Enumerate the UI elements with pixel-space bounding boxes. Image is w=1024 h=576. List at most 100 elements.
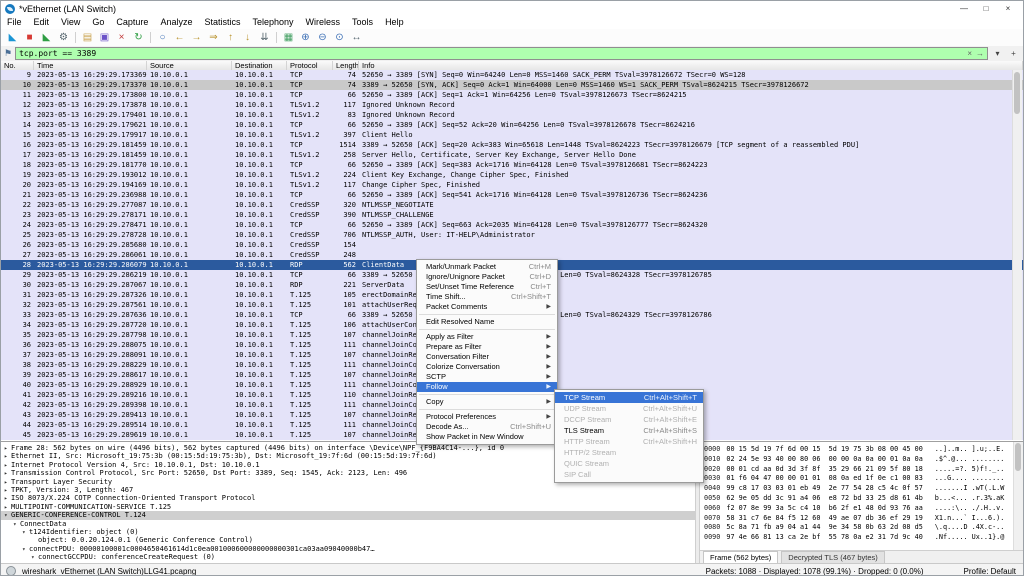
restart-capture-icon[interactable]: ◣ [38, 30, 55, 45]
menu-item-quic-stream[interactable]: QUIC Stream [555, 458, 703, 469]
filter-bookmark-icon[interactable]: ⚑ [4, 48, 12, 59]
hex-row[interactable]: 0090 97 4e 66 81 13 ca 2e bf 55 78 0a e2 … [704, 533, 1023, 543]
zoom-in-icon[interactable]: ⊕ [297, 30, 314, 45]
menu-item-udp-stream[interactable]: UDP Stream Ctrl+Alt+Shift+U [555, 403, 703, 414]
menu-analyze[interactable]: Analyze [154, 16, 198, 29]
packet-row[interactable]: 13 2023-05-13 16:29:29.179401 10.10.0.1 10.… [1, 110, 1023, 120]
go-back-icon[interactable]: ← [171, 30, 188, 45]
hex-row[interactable]: 0030 01 f6 04 47 00 00 01 01 08 0a ed 1f … [704, 474, 1023, 484]
collapsed-arrow-icon[interactable]: ▸ [4, 470, 11, 477]
menu-item-sip-call[interactable]: SIP Call [555, 469, 703, 480]
packet-row[interactable]: 21 2023-05-13 16:29:29.236988 10.10.0.1 10.… [1, 190, 1023, 200]
hex-scrollbar[interactable] [1013, 442, 1023, 551]
menu-go[interactable]: Go [86, 16, 110, 29]
packet-row[interactable]: 25 2023-05-13 16:29:29.278728 10.10.0.1 10.… [1, 230, 1023, 240]
capture-options-icon[interactable]: ⚙ [55, 30, 72, 45]
packet-row[interactable]: 17 2023-05-13 16:29:29.181459 10.10.0.1 10.… [1, 150, 1023, 160]
detail-line[interactable]: ▾ connectPDU: 00000100001c0004650461614d1… [1, 545, 695, 553]
column-header-source[interactable]: Source [147, 61, 232, 70]
packet-row[interactable]: 16 2023-05-13 16:29:29.181459 10.10.0.1 10.… [1, 140, 1023, 150]
packet-row[interactable]: 12 2023-05-13 16:29:29.173878 10.10.0.1 10.… [1, 100, 1023, 110]
menu-item-http-stream[interactable]: HTTP Stream Ctrl+Alt+Shift+H [555, 436, 703, 447]
hex-row[interactable]: 0020 00 01 cd aa 0d 3d 3f 8f 35 29 66 21 … [704, 465, 1023, 475]
hex-row[interactable]: 0080 5c 8a 71 fb a9 04 a1 44 9e 34 58 0b … [704, 523, 1023, 533]
menu-item-protocol-preferences[interactable]: Protocol Preferences ▶ [417, 412, 557, 422]
scrollbar-thumb[interactable] [1014, 72, 1020, 114]
zoom-100-icon[interactable]: ⊙ [331, 30, 348, 45]
capture-file-name[interactable]: wireshark_vEthernet (LAN Switch)LLG41.pc… [22, 567, 196, 576]
collapsed-arrow-icon[interactable]: ▸ [4, 495, 11, 502]
menu-item-copy[interactable]: Copy ▶ [417, 397, 557, 407]
reload-file-icon[interactable]: ↻ [130, 30, 147, 45]
hex-row[interactable]: 0070 58 31 c7 6e 84 f5 12 60 49 ae 07 db … [704, 514, 1023, 524]
menu-wireless[interactable]: Wireless [300, 16, 347, 29]
expanded-arrow-icon[interactable]: ▾ [31, 554, 38, 561]
collapsed-arrow-icon[interactable]: ▸ [4, 479, 11, 486]
colorize-icon[interactable]: ▦ [280, 30, 297, 45]
resize-columns-icon[interactable]: ↔ [348, 30, 365, 45]
menu-item-conversation-filter[interactable]: Conversation Filter ▶ [417, 352, 557, 362]
hex-row[interactable]: 0010 02 24 5e 93 40 00 80 06 00 00 0a 0a … [704, 455, 1023, 465]
collapsed-arrow-icon[interactable]: ▸ [4, 487, 11, 494]
column-header-protocol[interactable]: Protocol [287, 61, 333, 70]
hex-row[interactable]: 0000 00 15 5d 19 7f 6d 00 15 5d 19 75 3b … [704, 445, 1023, 455]
close-file-icon[interactable]: × [113, 30, 130, 45]
add-filter-button[interactable]: + [1007, 49, 1020, 58]
profile-label[interactable]: Profile: Default [964, 567, 1016, 576]
menu-item-apply-as-filter[interactable]: Apply as Filter ▶ [417, 332, 557, 342]
menu-item-http-2-stream[interactable]: HTTP/2 Stream [555, 447, 703, 458]
packet-row[interactable]: 23 2023-05-13 16:29:29.278171 10.10.0.1 10.… [1, 210, 1023, 220]
menu-item-tls-stream[interactable]: TLS Stream Ctrl+Alt+Shift+S [555, 425, 703, 436]
collapsed-arrow-icon[interactable]: ▸ [4, 445, 11, 452]
zoom-out-icon[interactable]: ⊖ [314, 30, 331, 45]
packet-row[interactable]: 14 2023-05-13 16:29:29.179621 10.10.0.1 10.… [1, 120, 1023, 130]
start-capture-icon[interactable]: ◣ [4, 30, 21, 45]
open-file-icon[interactable]: ▤ [79, 30, 96, 45]
menu-item-follow[interactable]: Follow ▶ [417, 382, 557, 392]
detail-line[interactable]: ▸ ISO 8073/X.224 COTP Connection-Oriented… [1, 494, 695, 502]
packet-row[interactable]: 15 2023-05-13 16:29:29.179917 10.10.0.1 10.… [1, 130, 1023, 140]
close-button[interactable]: × [997, 1, 1019, 16]
menu-item-colorize-conversation[interactable]: Colorize Conversation ▶ [417, 362, 557, 372]
expanded-arrow-icon[interactable]: ▾ [13, 521, 20, 528]
detail-line[interactable]: ▾ ConnectData [1, 520, 695, 528]
expanded-arrow-icon[interactable]: ▾ [4, 512, 11, 519]
menu-statistics[interactable]: Statistics [198, 16, 246, 29]
display-filter-input[interactable] [19, 49, 964, 58]
filter-dropdown-icon[interactable]: ▾ [991, 49, 1004, 58]
detail-line[interactable]: ▾ t124Identifier: object (0) [1, 528, 695, 536]
minimize-button[interactable]: ― [953, 1, 975, 16]
menu-help[interactable]: Help [379, 16, 410, 29]
menu-tools[interactable]: Tools [346, 16, 379, 29]
packet-list-scrollbar[interactable] [1012, 70, 1022, 440]
packet-row[interactable]: 26 2023-05-13 16:29:29.285680 10.10.0.1 10.… [1, 240, 1023, 250]
column-header-time[interactable]: Time [34, 61, 147, 70]
menu-item-time-shift-[interactable]: Time Shift... Ctrl+Shift+T [417, 292, 557, 302]
first-packet-icon[interactable]: ↑ [222, 30, 239, 45]
column-header-info[interactable]: Info [359, 61, 1023, 70]
find-packet-icon[interactable]: ○ [154, 30, 171, 45]
maximize-button[interactable]: □ [975, 1, 997, 16]
menu-item-prepare-as-filter[interactable]: Prepare as Filter ▶ [417, 342, 557, 352]
last-packet-icon[interactable]: ↓ [239, 30, 256, 45]
detail-line[interactable]: object: 0.0.20.124.0.1 (Generic Conferen… [1, 536, 695, 544]
apply-filter-icon[interactable]: → [976, 48, 984, 59]
expert-info-icon[interactable] [6, 566, 16, 575]
autoscroll-icon[interactable]: ⇊ [256, 30, 273, 45]
save-file-icon[interactable]: ▣ [96, 30, 113, 45]
packet-row[interactable]: 22 2023-05-13 16:29:29.277087 10.10.0.1 10.… [1, 200, 1023, 210]
collapsed-arrow-icon[interactable]: ▸ [4, 462, 11, 469]
hex-row[interactable]: 0060 f2 07 8e 99 3a 5c c4 10 b6 2f e1 48 … [704, 504, 1023, 514]
go-to-packet-icon[interactable]: ⇒ [205, 30, 222, 45]
menu-item-ignore-unignore-packet[interactable]: Ignore/Unignore Packet Ctrl+D [417, 272, 557, 282]
packet-row[interactable]: 24 2023-05-13 16:29:29.278471 10.10.0.1 10.… [1, 220, 1023, 230]
menu-item-mark-unmark-packet[interactable]: Mark/Unmark Packet Ctrl+M [417, 262, 557, 272]
menu-item-packet-comments[interactable]: Packet Comments ▶ [417, 302, 557, 312]
packet-row[interactable]: 9 2023-05-13 16:29:29.173369 10.10.0.1 10.1… [1, 70, 1023, 80]
menu-capture[interactable]: Capture [110, 16, 154, 29]
column-header-length[interactable]: Length [333, 61, 359, 70]
menu-file[interactable]: File [1, 16, 28, 29]
collapsed-arrow-icon[interactable]: ▸ [4, 453, 11, 460]
menu-item-sctp[interactable]: SCTP ▶ [417, 372, 557, 382]
hex-row[interactable]: 0050 62 9e 05 dd 3c 91 a4 06 e8 72 bd 33 … [704, 494, 1023, 504]
